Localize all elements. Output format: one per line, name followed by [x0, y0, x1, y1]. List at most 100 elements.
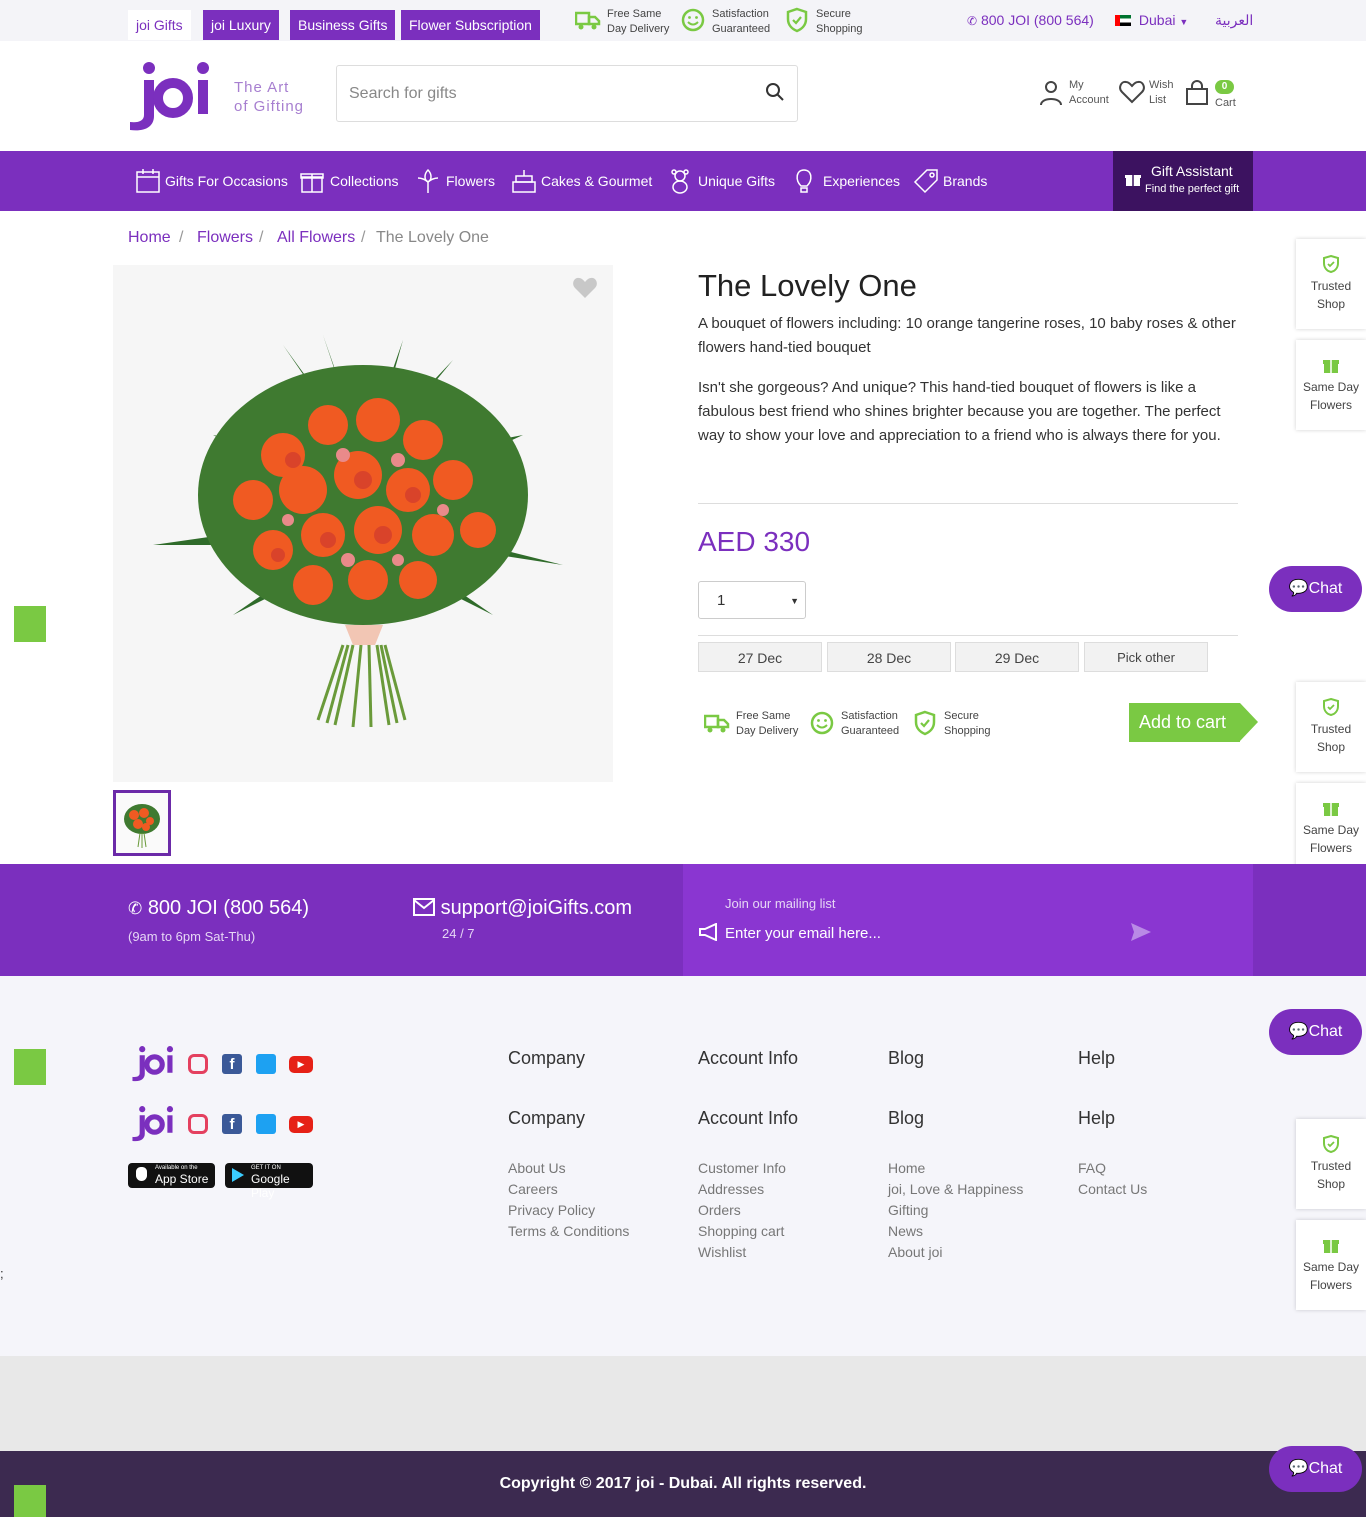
twitter-icon[interactable]	[256, 1054, 276, 1074]
breadcrumb-current: The Lovely One	[376, 229, 489, 246]
calendar-icon	[136, 169, 160, 193]
green-square-widget	[14, 606, 46, 642]
top-phone[interactable]: ✆ 800 JOI (800 564)	[967, 12, 1094, 28]
instagram-icon[interactable]	[188, 1114, 208, 1134]
youtube-icon[interactable]: ▶	[289, 1116, 313, 1133]
footer-link-wishlist[interactable]: Wishlist	[698, 1242, 786, 1263]
joi-logo[interactable]	[130, 1044, 176, 1082]
nav-brands[interactable]: Brands	[913, 151, 987, 211]
add-to-cart-button[interactable]: Add to cart	[1129, 703, 1258, 742]
date-option-28-dec[interactable]: 28 Dec	[827, 642, 951, 672]
tagline-line-2: of Gifting	[234, 98, 305, 115]
wishlist-heart-icon[interactable]	[572, 276, 598, 300]
footer-phone[interactable]: ✆ 800 JOI (800 564)	[128, 897, 309, 920]
city-selector[interactable]: Dubai ▼	[1115, 12, 1188, 28]
tab-flower-subscription[interactable]: Flower Subscription	[401, 10, 540, 40]
cart-link[interactable]: 0 Cart	[1186, 78, 1236, 111]
footer: f ▶ f ▶ Available on the App Store GET I…	[0, 976, 1366, 1356]
caret-down-icon: ▼	[790, 596, 799, 606]
feature-free-delivery: Free Same Day Delivery	[575, 7, 669, 37]
footer-link-contact-us[interactable]: Contact Us	[1078, 1179, 1147, 1200]
same-day-flowers-badge[interactable]: Same Day Flowers	[1296, 783, 1366, 873]
trusted-shop-badge[interactable]: Trusted Shop	[1296, 239, 1366, 329]
nav-collections[interactable]: Collections	[300, 151, 398, 211]
quantity-select[interactable]: 1 ▼	[698, 581, 806, 619]
google-play-icon	[232, 1168, 244, 1182]
app-store-badge[interactable]: Available on the App Store	[128, 1163, 215, 1188]
footer-link-news[interactable]: News	[888, 1221, 1023, 1242]
footer-link-about-us[interactable]: About Us	[508, 1158, 629, 1179]
breadcrumb-home[interactable]: Home	[128, 229, 171, 247]
nav-gifts-for-occasions[interactable]: Gifts For Occasions	[136, 151, 288, 211]
footer-link-about-joi[interactable]: About joi	[888, 1242, 1023, 1263]
footer-link-customer-info[interactable]: Customer Info	[698, 1158, 786, 1179]
facebook-icon[interactable]: f	[222, 1054, 242, 1074]
bouquet-thumbnail-image	[116, 793, 168, 853]
product-thumbnail[interactable]	[113, 790, 171, 856]
main-nav: Gifts For Occasions Collections Flowers …	[0, 151, 1366, 211]
product-image[interactable]	[113, 265, 613, 782]
nav-experiences[interactable]: Experiences	[796, 151, 900, 211]
shopping-bag-icon	[1186, 80, 1208, 105]
same-day-flowers-badge[interactable]: Same Day Flowers	[1296, 1220, 1366, 1310]
stray-text: ;	[0, 1266, 4, 1281]
cart-count-badge: 0	[1215, 80, 1234, 94]
joi-logo[interactable]	[130, 1104, 176, 1142]
search-box	[336, 65, 798, 122]
tab-business-gifts[interactable]: Business Gifts	[290, 10, 396, 40]
footer-heading-account: Account Info	[698, 1108, 799, 1128]
phone-icon: ✆	[128, 899, 143, 918]
joi-logo[interactable]	[128, 58, 212, 132]
footer-link-privacy[interactable]: Privacy Policy	[508, 1200, 629, 1221]
trusted-shop-badge[interactable]: Trusted Shop	[1296, 1119, 1366, 1209]
nav-flowers[interactable]: Flowers	[417, 151, 495, 211]
mailing-email-input[interactable]	[725, 922, 1105, 944]
tab-joi-luxury[interactable]: joi Luxury	[203, 10, 279, 40]
footer-link-shopping-cart[interactable]: Shopping cart	[698, 1221, 786, 1242]
tab-joi-gifts[interactable]: joi Gifts	[128, 10, 191, 40]
chat-bubble-icon: 💬	[1288, 1460, 1309, 1477]
facebook-icon[interactable]: f	[222, 1114, 242, 1134]
gift-icon	[1125, 175, 1141, 186]
bouquet-image	[113, 265, 613, 782]
chat-button[interactable]: 💬Chat	[1269, 566, 1362, 612]
footer-link-gifting[interactable]: Gifting	[888, 1200, 1023, 1221]
copyright-bar: Copyright © 2017 joi - Dubai. All rights…	[0, 1451, 1366, 1517]
footer-link-addresses[interactable]: Addresses	[698, 1179, 786, 1200]
same-day-flowers-badge[interactable]: Same Day Flowers	[1296, 340, 1366, 430]
send-icon[interactable]	[1130, 922, 1152, 942]
date-option-29-dec[interactable]: 29 Dec	[955, 642, 1079, 672]
footer-link-blog-home[interactable]: Home	[888, 1158, 1023, 1179]
divider	[698, 635, 1238, 636]
breadcrumb-flowers[interactable]: Flowers	[197, 229, 253, 247]
youtube-icon[interactable]: ▶	[289, 1056, 313, 1073]
footer-link-careers[interactable]: Careers	[508, 1179, 629, 1200]
gift-icon	[1323, 360, 1339, 373]
instagram-icon[interactable]	[188, 1054, 208, 1074]
apple-icon	[136, 1167, 147, 1181]
date-option-27-dec[interactable]: 27 Dec	[698, 642, 822, 672]
chat-button[interactable]: 💬Chat	[1269, 1446, 1362, 1492]
search-icon[interactable]	[765, 82, 785, 102]
footer-link-orders[interactable]: Orders	[698, 1200, 786, 1221]
chat-button[interactable]: 💬Chat	[1269, 1009, 1362, 1055]
footer-link-faq[interactable]: FAQ	[1078, 1158, 1147, 1179]
breadcrumb-all-flowers[interactable]: All Flowers	[277, 229, 355, 247]
footer-link-terms[interactable]: Terms & Conditions	[508, 1221, 629, 1242]
nav-cakes-gourmet[interactable]: Cakes & Gourmet	[512, 151, 652, 211]
twitter-icon[interactable]	[256, 1114, 276, 1134]
footer-link-love-happiness[interactable]: joi, Love & Happiness	[888, 1179, 1023, 1200]
mailing-list-panel: Join our mailing list	[683, 864, 1253, 976]
nav-unique-gifts[interactable]: Unique Gifts	[671, 151, 775, 211]
gift-assistant-button[interactable]: Gift Assistant Find the perfect gift	[1113, 151, 1253, 211]
gift-icon	[1323, 803, 1339, 816]
google-play-badge[interactable]: GET IT ON Google Play	[225, 1163, 313, 1200]
date-option-pick-other[interactable]: Pick other	[1084, 642, 1208, 672]
product-description: Isn't she gorgeous? And unique? This han…	[698, 379, 1221, 444]
my-account-link[interactable]: My Account	[1040, 78, 1109, 108]
wishlist-link[interactable]: Wish List	[1119, 78, 1173, 108]
language-switch[interactable]: العربية	[1215, 12, 1253, 29]
trusted-shop-badge[interactable]: Trusted Shop	[1296, 682, 1366, 772]
search-input[interactable]	[349, 80, 749, 108]
footer-email[interactable]: support@joiGifts.com	[413, 897, 632, 920]
